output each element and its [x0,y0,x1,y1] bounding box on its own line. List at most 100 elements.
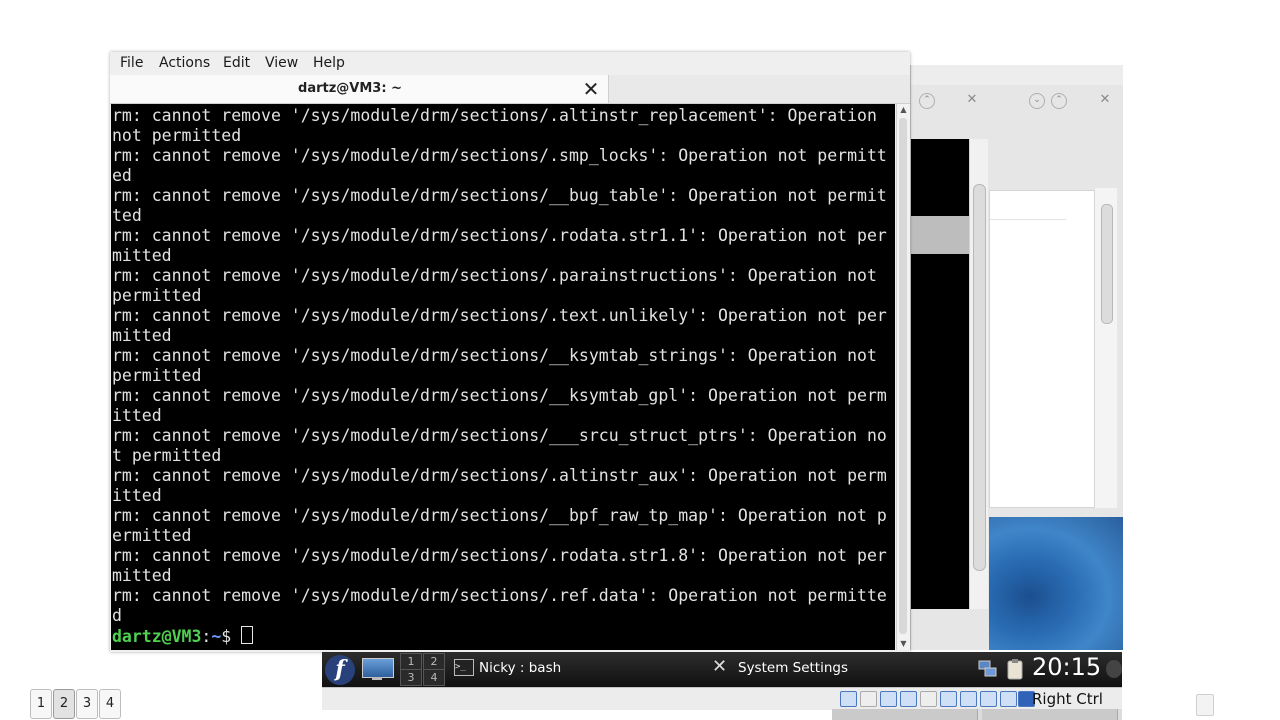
terminal-line: d [112,606,122,625]
audio-icon[interactable] [880,691,897,707]
terminal-line: rm: cannot remove '/sys/module/drm/secti… [112,426,887,445]
tab-terminal[interactable]: dartz@VM3: ~ ✕ [110,75,609,103]
terminal-line: ed [112,166,132,185]
taskbar-item-label: Nicky : bash [479,660,562,676]
terminal-output[interactable]: rm: cannot remove '/sys/module/drm/secti… [111,104,895,647]
terminal-line: mitted [112,566,172,585]
window-shade-icon[interactable]: ⌃ [919,93,935,109]
notes-icon[interactable] [1196,694,1214,716]
terminal-line: mitted [112,326,172,345]
window-close-icon[interactable]: ✕ [965,93,979,107]
monitor-base [372,677,382,680]
terminal-line: itted [112,406,162,425]
show-desktop-icon[interactable] [362,658,394,680]
terminal-line: rm: cannot remove '/sys/module/drm/secti… [112,226,887,245]
tab-title: dartz@VM3: ~ [298,81,402,96]
tab-bar: dartz@VM3: ~ ✕ [110,75,910,104]
optical-drive-icon[interactable] [860,691,877,707]
prompt-path: ~ [211,627,222,646]
video-capture-icon[interactable] [980,691,997,707]
clipboard-icon[interactable] [1005,658,1025,680]
network-icon[interactable] [978,660,998,678]
prompt-symbol: $ [221,627,242,646]
terminal-line: rm: cannot remove '/sys/module/drm/secti… [112,386,887,405]
divider [990,219,1066,220]
scroll-down-icon[interactable]: ▼ [897,638,910,650]
terminal-line: rm: cannot remove '/sys/module/drm/secti… [112,186,887,205]
prompt-separator: : [201,627,212,646]
vm-taskbar-segment[interactable] [832,709,978,720]
taskbar-item-system-settings[interactable]: ✕ System Settings [712,655,932,683]
scrollbar-thumb[interactable] [1101,204,1113,324]
menu-file[interactable]: File [120,55,143,71]
hard-disk-icon[interactable] [840,691,857,707]
window-close-icon[interactable]: ✕ [1098,93,1112,107]
scroll-up-icon[interactable]: ▲ [897,104,910,116]
vm-taskbar-segment[interactable] [982,709,1118,720]
background-scrollbar[interactable] [969,139,988,609]
desktop-button-1[interactable]: 1 [30,689,52,719]
menu-edit[interactable]: Edit [223,55,250,71]
terminal-line: t permitted [112,446,222,465]
window-maximize-icon[interactable]: ⌃ [1051,93,1067,109]
background-window-titlebar[interactable] [911,65,1123,85]
pager-desktop-3[interactable]: 3 [400,669,422,686]
settings-tools-icon: ✕ [712,656,728,677]
terminal-line: rm: cannot remove '/sys/module/drm/secti… [112,586,887,605]
terminal-line: rm: cannot remove '/sys/module/drm/secti… [112,346,877,365]
terminal-line: ted [112,206,142,225]
terminal-screen[interactable]: rm: cannot remove '/sys/module/drm/secti… [111,104,895,650]
fedora-menu-icon[interactable]: f [325,655,355,685]
pager-desktop-4[interactable]: 4 [423,669,445,686]
network-adapter-icon[interactable] [900,691,917,707]
usb-icon[interactable] [920,691,937,707]
terminal-line: permitted [112,286,202,305]
window-minimize-icon[interactable]: ⌄ [1029,93,1045,109]
terminal-line: rm: cannot remove '/sys/module/drm/secti… [112,306,887,325]
terminal-line: rm: cannot remove '/sys/module/drm/secti… [112,266,877,285]
desktop-wallpaper [989,517,1123,650]
prompt-user-host: dartz@VM3 [112,627,202,646]
menu-actions[interactable]: Actions [159,55,210,71]
terminal-line: rm: cannot remove '/sys/module/drm/secti… [112,506,887,525]
background-scrollbar-2[interactable] [1095,188,1117,508]
menu-view[interactable]: View [265,55,298,71]
terminal-line: rm: cannot remove '/sys/module/drm/secti… [112,146,887,165]
terminal-line: ermitted [112,526,192,545]
terminal-line: rm: cannot remove '/sys/module/drm/secti… [112,546,887,565]
terminal-line: rm: cannot remove '/sys/module/drm/secti… [112,466,887,485]
terminal-line: mitted [112,246,172,265]
vm-status-bar: Right Ctrl [322,687,1122,710]
menu-help[interactable]: Help [313,55,345,71]
scrollbar-thumb[interactable] [973,184,986,571]
host-key-label: Right Ctrl [1032,690,1103,708]
desktop-button-2[interactable]: 2 [53,689,75,719]
pager-desktop-2[interactable]: 2 [423,653,445,670]
desktop-button-4[interactable]: 4 [99,689,121,719]
terminal-icon: >_ [454,659,474,676]
scrollbar-thumb[interactable] [899,118,907,634]
background-terminal-area [911,139,969,609]
desktop-button-3[interactable]: 3 [76,689,98,719]
background-content-pane [989,190,1095,508]
terminal-scrollbar[interactable]: ▲ ▼ [896,104,910,650]
terminal-line: permitted [112,366,202,385]
monitor-shape [362,658,394,678]
menubar: File Actions Edit View Help [110,52,910,75]
terminal-line: itted [112,486,162,505]
display-icon[interactable] [960,691,977,707]
cpu-icon[interactable] [1000,691,1017,707]
terminal-window[interactable]: File Actions Edit View Help dartz@VM3: ~… [110,52,910,652]
vm-secondary-bar [832,709,1122,720]
pager-desktop-1[interactable]: 1 [400,653,422,670]
background-window[interactable]: ⌃ ✕ ⌄ ⌃ ✕ [910,65,1123,650]
taskbar-item-bash[interactable]: >_ Nicky : bash [452,655,692,683]
terminal-line: not permitted [112,126,242,145]
taskbar-item-label: System Settings [738,660,849,676]
clock[interactable]: 20:15 [1032,653,1101,681]
terminal-line: rm: cannot remove '/sys/module/drm/secti… [112,106,877,125]
panel-toolbox-icon[interactable] [1106,660,1122,678]
close-icon[interactable]: ✕ [580,78,602,100]
shared-folders-icon[interactable] [940,691,957,707]
text-cursor [241,626,254,644]
